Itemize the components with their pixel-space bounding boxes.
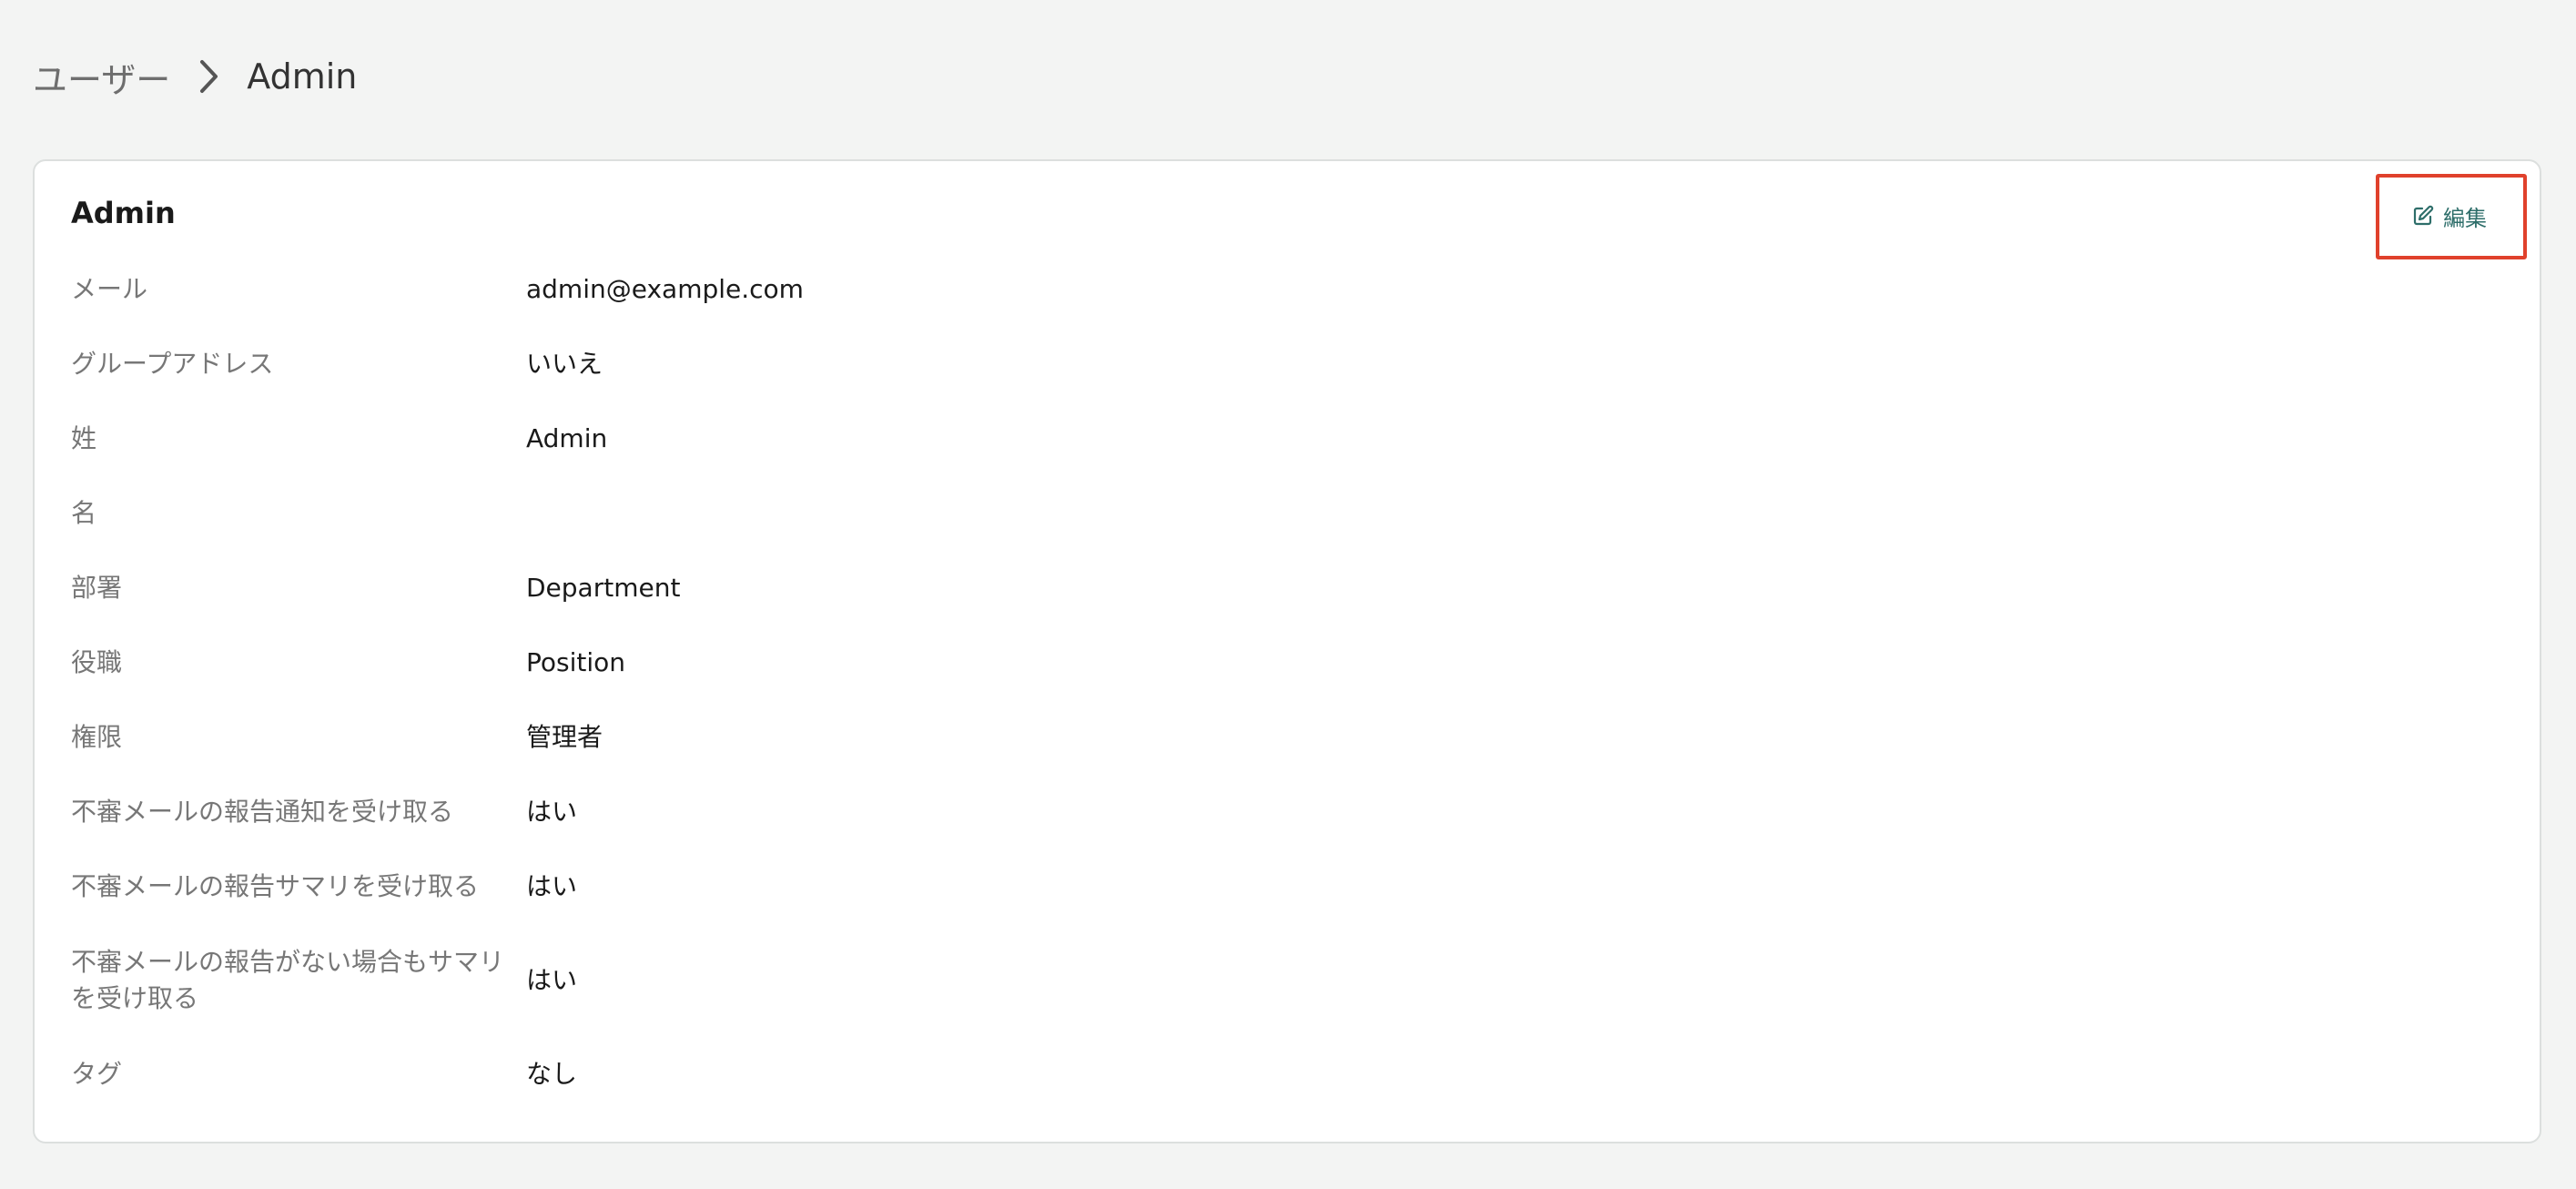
card-title: Admin (71, 196, 176, 230)
edit-button-label: 編集 (2443, 205, 2487, 231)
field-value: Admin (526, 423, 608, 453)
breadcrumb-current: Admin (247, 56, 358, 97)
field-label: 不審メールの報告サマリを受け取る (71, 871, 480, 901)
field-value: admin@example.com (526, 274, 804, 304)
field-value: はい (526, 965, 578, 995)
field-value: 管理者 (526, 722, 603, 752)
field-list: メール admin@example.com グループアドレス いいえ 姓 Adm… (71, 252, 2483, 1112)
breadcrumb-users-link[interactable]: ユーザー (33, 52, 170, 102)
edit-button[interactable]: 編集 (2412, 199, 2487, 232)
field-row-summary-without-reports: 不審メールの報告がない場合もサマリを受け取る はい (71, 924, 2483, 1037)
field-label: メール (71, 274, 148, 304)
field-label: 姓 (71, 423, 97, 453)
field-row-report-summary: 不審メールの報告サマリを受け取る はい (71, 849, 2483, 924)
field-value: はい (526, 871, 578, 901)
field-row-email: メール admin@example.com (71, 252, 2483, 327)
field-row-first-name: 名 (71, 476, 2483, 551)
field-label: 部署 (71, 573, 123, 603)
field-value: Position (526, 647, 626, 677)
breadcrumb: ユーザー Admin (33, 47, 357, 106)
field-row-role: 権限 管理者 (71, 700, 2483, 775)
field-value: Department (526, 573, 681, 603)
field-label: 権限 (71, 722, 123, 752)
field-row-tags: タグ なし (71, 1037, 2483, 1112)
field-label: 不審メールの報告がない場合もサマリを受け取る (71, 947, 505, 1013)
field-row-department: 部署 Department (71, 551, 2483, 625)
field-row-position: 役職 Position (71, 625, 2483, 700)
field-row-report-notification: 不審メールの報告通知を受け取る はい (71, 775, 2483, 849)
field-label: タグ (71, 1059, 123, 1089)
field-value: なし (526, 1059, 578, 1089)
field-value: はい (526, 797, 578, 827)
field-label: 不審メールの報告通知を受け取る (71, 797, 454, 827)
field-value: いいえ (526, 349, 603, 379)
chevron-right-icon (199, 59, 219, 94)
field-label: 名 (71, 498, 97, 528)
field-row-last-name: 姓 Admin (71, 401, 2483, 476)
field-row-group-address: グループアドレス いいえ (71, 327, 2483, 401)
edit-icon (2413, 205, 2434, 226)
field-label: 役職 (71, 647, 123, 677)
field-label: グループアドレス (71, 349, 274, 379)
user-detail-card: Admin 編集 メール admin@example.com グループアドレス … (33, 159, 2541, 1143)
